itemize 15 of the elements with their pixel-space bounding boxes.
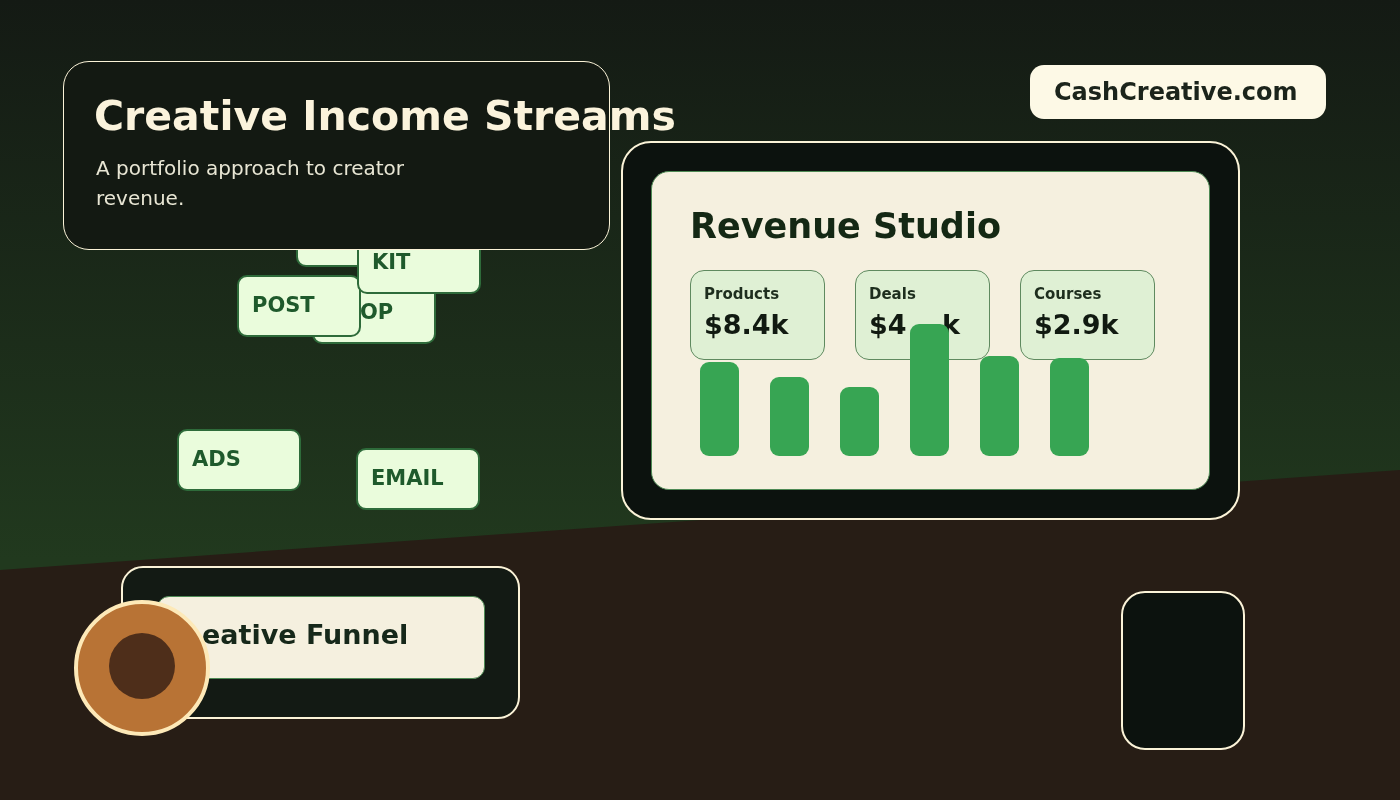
dashboard-title: Revenue Studio <box>690 205 1001 247</box>
subtitle: A portfolio approach to creator revenue. <box>96 155 406 212</box>
site-badge[interactable]: CashCreative.com <box>1030 65 1326 119</box>
tag-label: EMAIL <box>371 466 444 490</box>
chart-bar <box>840 387 879 456</box>
metric-value: $8.4k <box>704 309 789 341</box>
metric-label: Courses <box>1034 285 1102 303</box>
metric-value: $4 <box>869 309 907 341</box>
tag-label: ADS <box>192 447 241 471</box>
metric-value: $2.9k <box>1034 309 1119 341</box>
metric-label: Products <box>704 285 780 303</box>
tag-label: POST <box>252 293 315 317</box>
tag-label: KIT <box>372 250 411 274</box>
tag-label: OP <box>360 300 394 324</box>
metric-label: Deals <box>869 285 916 303</box>
